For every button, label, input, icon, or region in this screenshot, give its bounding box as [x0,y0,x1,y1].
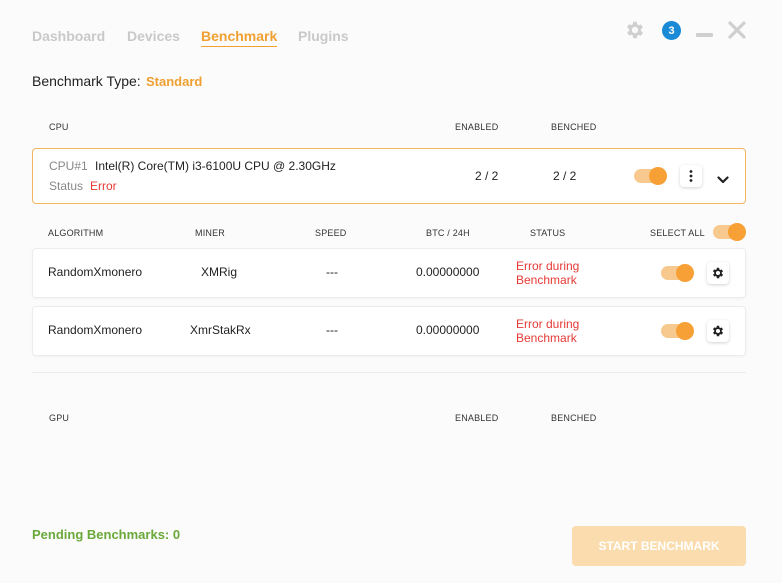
cpu-status-value: Error [90,179,117,193]
status-line-2: Benchmark [516,273,577,287]
more-vertical-icon[interactable] [680,165,702,187]
gpu-enabled-column-header: ENABLED [455,413,499,423]
gear-icon[interactable] [624,19,646,46]
benched-column-header: BENCHED [551,122,597,132]
algorithm-enable-toggle[interactable] [661,322,694,340]
cpu-device-name: Intel(R) Core(TM) i3-6100U CPU @ 2.30GHz [95,159,336,173]
select-all-toggle[interactable] [713,223,746,241]
section-divider [32,372,746,373]
cpu-device-id: CPU#1 [49,159,88,173]
status-line-1: Error during [516,317,580,331]
tab-devices[interactable]: Devices [127,28,180,44]
select-all-label: SELECT ALL [650,228,705,238]
tab-dashboard[interactable]: Dashboard [32,28,105,44]
gpu-column-header: GPU [49,413,70,423]
algorithm-enable-toggle[interactable] [661,264,694,282]
notification-badge[interactable]: 3 [662,21,681,40]
row-settings-icon[interactable] [707,262,729,284]
miner-name: XMRig [201,265,238,279]
speed-column-header: SPEED [315,228,347,238]
row-settings-icon[interactable] [707,320,729,342]
algorithm-row[interactable]: RandomXmonero XmrStakRx --- 0.00000000 E… [32,306,746,356]
benchmark-type-select[interactable]: Standard [146,74,202,89]
cpu-status-label: Status [49,179,84,193]
algorithm-name: RandomXmonero [48,323,143,337]
cpu-enabled-count: 2 / 2 [475,169,499,183]
btc-value: 0.00000000 [416,323,480,337]
status-line-2: Benchmark [516,331,577,345]
gpu-benched-column-header: BENCHED [551,413,597,423]
close-icon[interactable] [728,21,746,44]
status-line-1: Error during [516,259,580,273]
status-column-header: STATUS [530,228,566,238]
start-benchmark-button[interactable]: START BENCHMARK [572,526,746,566]
benchmark-type-label: Benchmark Type: [32,73,141,89]
tab-benchmark[interactable]: Benchmark [201,28,278,47]
cpu-enable-toggle[interactable] [634,167,667,185]
cpu-benched-count: 2 / 2 [553,169,577,183]
minimize-icon[interactable] [696,33,713,37]
tab-plugins[interactable]: Plugins [298,28,349,44]
btc-column-header: BTC / 24H [426,228,470,238]
cpu-column-header: CPU [49,122,69,132]
cpu-device-card[interactable]: CPU#1 Intel(R) Core(TM) i3-6100U CPU @ 2… [32,148,746,204]
chevron-down-icon[interactable] [717,171,729,189]
miner-name: XmrStakRx [190,323,251,337]
speed-value: --- [326,265,338,279]
algorithm-column-header: ALGORITHM [48,228,104,238]
algorithm-row[interactable]: RandomXmonero XMRig --- 0.00000000 Error… [32,248,746,298]
algorithm-name: RandomXmonero [48,265,143,279]
btc-value: 0.00000000 [416,265,480,279]
miner-column-header: MINER [195,228,225,238]
pending-benchmarks-text: Pending Benchmarks: 0 [32,527,181,542]
speed-value: --- [326,323,338,337]
enabled-column-header: ENABLED [455,122,499,132]
